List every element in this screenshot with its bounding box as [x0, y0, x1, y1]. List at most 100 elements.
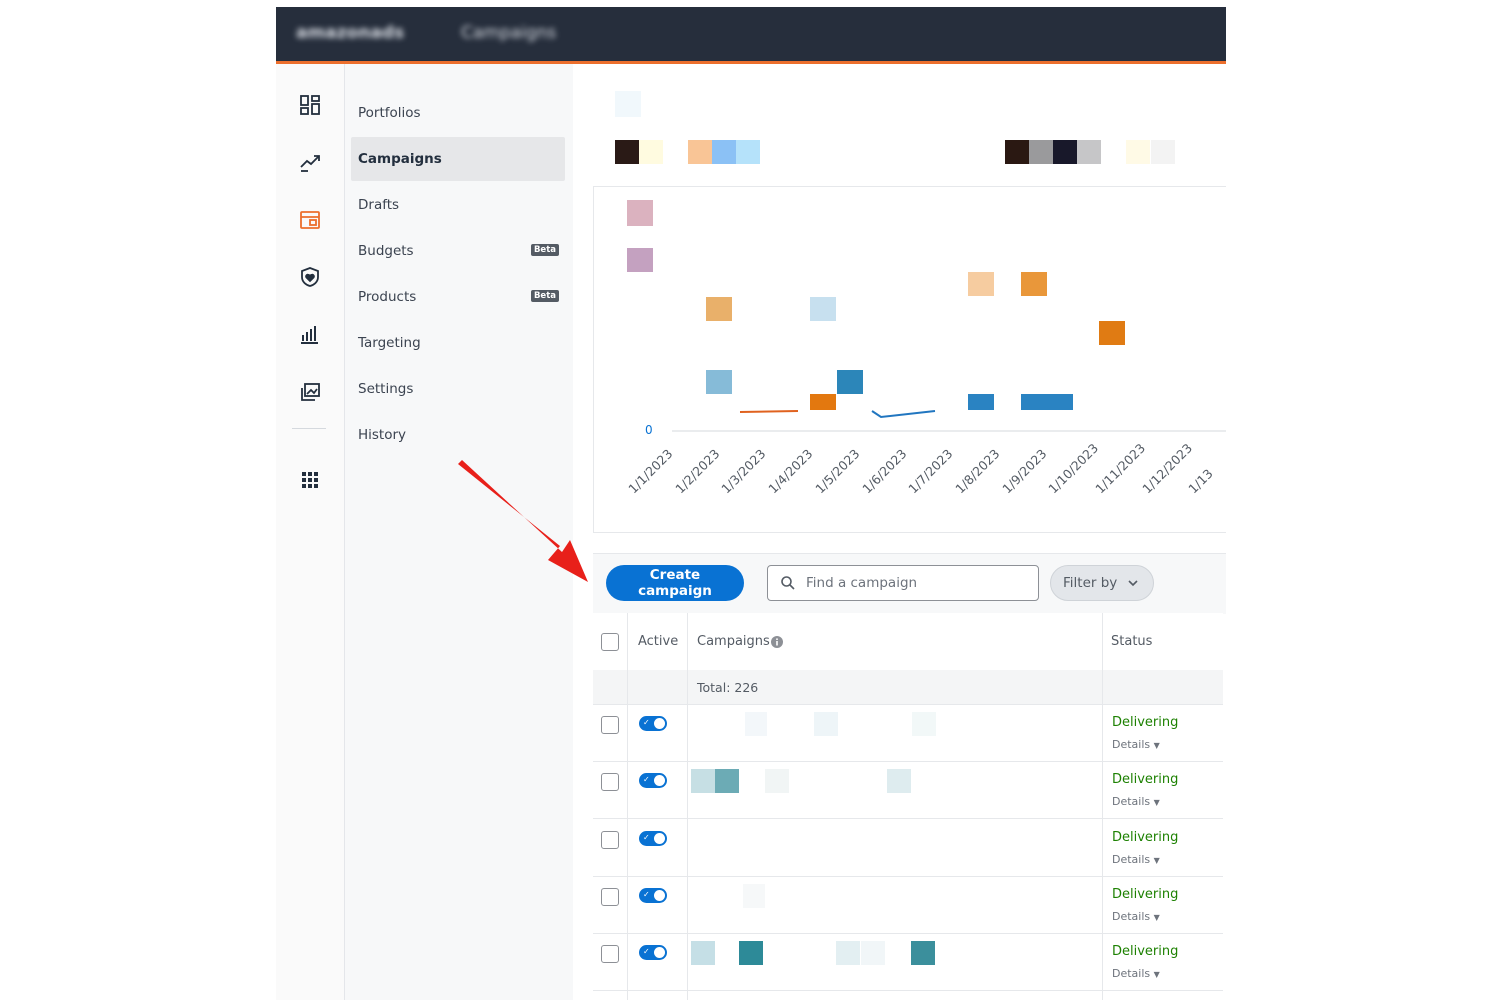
- details-toggle[interactable]: Details ▼: [1112, 795, 1160, 808]
- row-checkbox[interactable]: [601, 773, 619, 792]
- main-content: 0 1/1/2023 1/2/2023 1/3/2023 1/4/2023 1/5/20…: [574, 64, 1226, 1000]
- nav-item-targeting[interactable]: Targeting: [351, 321, 565, 365]
- redacted-block: [639, 140, 663, 164]
- breadcrumb[interactable]: Campaigns: [461, 23, 556, 43]
- toggle-knob: [654, 947, 665, 959]
- redacted-campaign-name: [912, 712, 936, 736]
- details-toggle[interactable]: Details ▼: [1112, 853, 1160, 866]
- redacted-block: [1151, 140, 1175, 164]
- overview-icon[interactable]: [298, 93, 322, 117]
- nav-item-history[interactable]: History: [351, 413, 565, 457]
- details-toggle[interactable]: Details ▼: [1112, 967, 1160, 980]
- select-all-checkbox[interactable]: [601, 633, 619, 651]
- nav-item-budgets[interactable]: Budgets Beta: [351, 229, 565, 273]
- creative-library-icon[interactable]: [298, 380, 322, 404]
- redacted-campaign-name: [765, 769, 789, 794]
- redacted-mark: [1021, 272, 1047, 296]
- redacted-campaign-name: [836, 941, 860, 966]
- check-icon: ✓: [643, 832, 650, 842]
- icon-rail: [276, 64, 345, 1000]
- column-header-status[interactable]: Status: [1111, 634, 1152, 649]
- nav-item-campaigns[interactable]: Campaigns: [351, 137, 565, 181]
- caret-down-icon: ▼: [1153, 741, 1160, 750]
- check-icon: ✓: [643, 947, 650, 957]
- series-line: [739, 410, 799, 413]
- filter-by-dropdown[interactable]: Filter by: [1050, 565, 1154, 601]
- active-toggle[interactable]: ✓: [639, 830, 667, 846]
- table-row[interactable]: ✓ Delivering Details ▼: [593, 819, 1223, 877]
- redacted-mark: [706, 370, 732, 394]
- column-header-active[interactable]: Active: [638, 634, 678, 649]
- amazon-ads-logo[interactable]: amazonads: [296, 23, 404, 43]
- redacted-campaign-name: [861, 941, 885, 966]
- column-header-campaigns[interactable]: Campaigns: [697, 634, 770, 649]
- brand-protection-icon[interactable]: [298, 265, 322, 289]
- details-label: Details: [1112, 852, 1151, 866]
- table-row[interactable]: ✓ Delivering Details ▼: [593, 876, 1223, 934]
- checkbox-box: [601, 716, 619, 734]
- campaign-search[interactable]: [767, 565, 1039, 601]
- table-row[interactable]: ✓ Delivering Details ▼: [593, 704, 1223, 762]
- red-annotation-arrow: [458, 460, 588, 582]
- active-toggle[interactable]: ✓: [639, 887, 667, 903]
- redacted-mark: [810, 394, 836, 410]
- row-checkbox[interactable]: [601, 716, 619, 734]
- details-toggle[interactable]: Details ▼: [1112, 910, 1160, 923]
- redacted-block: [1126, 140, 1150, 164]
- details-label: Details: [1112, 967, 1151, 981]
- details-label: Details: [1112, 909, 1151, 923]
- total-count: Total: 226: [697, 680, 759, 695]
- redacted-block: [736, 140, 760, 164]
- active-toggle[interactable]: ✓: [639, 945, 667, 961]
- campaign-toolbar: Create campaign Filter by: [593, 553, 1226, 614]
- nav-item-label: Campaigns: [358, 151, 442, 167]
- details-label: Details: [1112, 738, 1151, 751]
- caret-down-icon: ▼: [1153, 798, 1160, 808]
- redacted-campaign-name: [814, 712, 838, 736]
- redacted-campaign-name: [743, 883, 765, 908]
- check-icon: ✓: [643, 775, 650, 785]
- nav-item-products[interactable]: Products Beta: [351, 275, 565, 319]
- toggle-knob: [654, 832, 665, 844]
- table-row[interactable]: ✓ Delivering Details ▼: [593, 933, 1223, 992]
- nav-item-settings[interactable]: Settings: [351, 367, 565, 411]
- redacted-mark: [1099, 321, 1125, 345]
- nav-item-drafts[interactable]: Drafts: [351, 183, 565, 227]
- details-toggle[interactable]: Details ▼: [1112, 738, 1160, 751]
- trending-icon[interactable]: [298, 150, 322, 174]
- create-campaign-button[interactable]: Create campaign: [606, 565, 744, 601]
- nav-item-portfolios[interactable]: Portfolios: [351, 91, 565, 135]
- search-input[interactable]: [804, 574, 1028, 592]
- redacted-campaign-name: [887, 769, 911, 794]
- status-delivering: Delivering: [1112, 829, 1179, 845]
- redacted-block: [615, 91, 641, 117]
- status-delivering: Delivering: [1112, 715, 1179, 730]
- row-checkbox[interactable]: [601, 887, 619, 906]
- status-delivering: Delivering: [1112, 944, 1179, 960]
- nav-item-label: History: [358, 427, 407, 443]
- toggle-knob: [654, 718, 665, 729]
- campaign-manager-icon[interactable]: [298, 208, 322, 232]
- redacted-campaign-name: [691, 941, 715, 966]
- redacted-block: [1053, 140, 1077, 164]
- active-toggle[interactable]: ✓: [639, 716, 667, 731]
- row-checkbox[interactable]: [601, 945, 619, 964]
- redacted-legend-swatch: [627, 248, 653, 272]
- info-icon[interactable]: [771, 636, 783, 648]
- redacted-mark: [968, 272, 994, 296]
- check-icon: ✓: [643, 889, 650, 899]
- redacted-mark: [810, 297, 836, 321]
- row-checkbox[interactable]: [601, 830, 619, 849]
- redacted-campaign-name: [691, 769, 715, 794]
- measurement-icon[interactable]: [298, 322, 322, 346]
- nav-item-label: Budgets: [358, 243, 414, 259]
- redacted-campaign-name: [739, 941, 763, 966]
- series-line: [871, 410, 936, 419]
- active-toggle[interactable]: ✓: [639, 773, 667, 789]
- search-icon: [781, 576, 795, 590]
- table-row[interactable]: ✓ Delivering Details ▼: [593, 761, 1223, 820]
- apps-grid-icon[interactable]: [298, 468, 322, 492]
- checkbox-box: [601, 830, 619, 849]
- checkbox-box: [601, 887, 619, 906]
- redacted-block: [1029, 140, 1053, 164]
